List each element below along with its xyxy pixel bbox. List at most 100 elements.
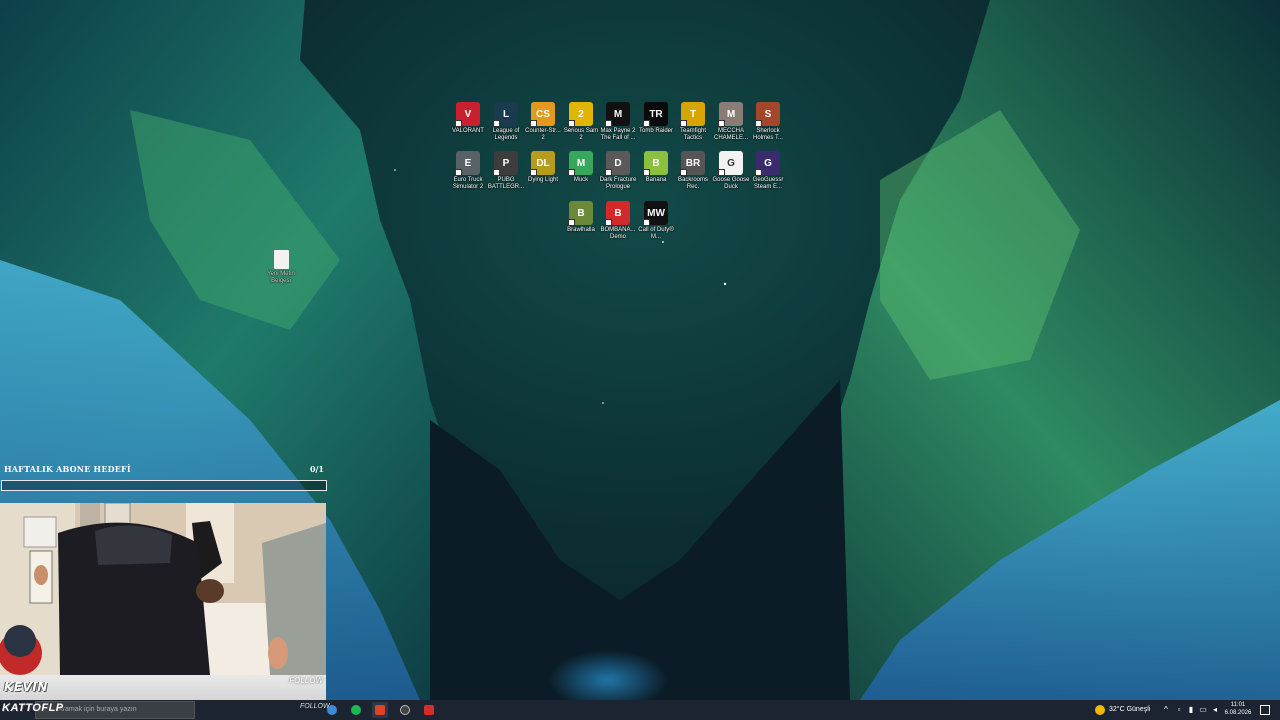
- overlay-name-label: KATTOFLP: [2, 702, 64, 714]
- desktop-icon[interactable]: 2 Serious Sam 2: [562, 102, 600, 142]
- app-icon: DL: [530, 151, 555, 176]
- app-icon: L: [493, 102, 518, 127]
- sun-icon[interactable]: [1095, 705, 1105, 715]
- desktop-icon-label: Dark Fracture Prologue: [599, 177, 637, 190]
- webcam-image: [0, 503, 326, 675]
- app-icon: V: [455, 102, 480, 127]
- app-icon: CS: [530, 102, 555, 127]
- desktop-icon[interactable]: M MECCHA CHAMELE...: [712, 102, 750, 142]
- desktop-icon[interactable]: G GeoGuessr Steam E...: [749, 151, 787, 191]
- desktop-icon[interactable]: BR Backrooms Rec.: [674, 151, 712, 191]
- shortcut-arrow-icon: [605, 120, 612, 127]
- desktop-icon[interactable]: G Goose Goose Duck: [712, 151, 750, 191]
- webcam-feed: [0, 503, 326, 675]
- streamer-name: KEVIN: [4, 680, 48, 694]
- spotify-icon: [351, 705, 361, 715]
- desktop-icon-label: MECCHA CHAMELE...: [713, 128, 748, 141]
- shortcut-arrow-icon: [643, 219, 650, 226]
- desktop-icon[interactable]: M Muck: [562, 151, 600, 184]
- clock-time: 11:01: [1230, 702, 1246, 708]
- desktop-icon-label: League of Legends: [492, 128, 520, 141]
- search-placeholder: Aramak için buraya yazın: [58, 706, 137, 713]
- desktop-icon-label: Dying Light: [527, 177, 559, 183]
- volume-icon[interactable]: ◂: [1210, 705, 1220, 715]
- desktop-icon-label: Sherlock Holmes T...: [753, 128, 783, 141]
- desktop-icon[interactable]: M Max Payne 2 The Fall of ...: [599, 102, 637, 142]
- taskbar-edge-button[interactable]: [324, 702, 340, 718]
- taskbar-clock[interactable]: 11:01 6.08.2026: [1222, 701, 1254, 717]
- desktop-icon-label: Tomb Raider: [638, 128, 673, 134]
- obs-icon: [400, 705, 410, 715]
- network-icon[interactable]: ▫: [1174, 705, 1184, 715]
- app-icon: TR: [643, 102, 668, 127]
- app-icon: B: [568, 201, 593, 226]
- shortcut-arrow-icon: [643, 169, 650, 176]
- app-icon: P: [493, 151, 518, 176]
- wifi-icon[interactable]: ▭: [1198, 705, 1208, 715]
- shortcut-arrow-icon: [755, 169, 762, 176]
- text-file-icon[interactable]: Yeni Metin Belgesi: [262, 250, 300, 285]
- desktop-icon-label: Euro Truck Simulator 2: [452, 177, 484, 190]
- app-icon: B: [643, 151, 668, 176]
- microphone-icon[interactable]: ▮: [1186, 705, 1196, 715]
- desktop-icon[interactable]: V VALORANT: [449, 102, 487, 135]
- desktop-icon[interactable]: D Dark Fracture Prologue: [599, 151, 637, 191]
- notification-icon[interactable]: [1260, 705, 1270, 715]
- desktop-icon-label: PUBG BATTLEGR...: [487, 177, 525, 190]
- shortcut-arrow-icon: [605, 169, 612, 176]
- desktop-icon-label: GeoGuessr Steam E...: [752, 177, 784, 190]
- shortcut-arrow-icon: [643, 120, 650, 127]
- shortcut-arrow-icon: [568, 120, 575, 127]
- desktop-icon-label: BOMBANA... Demo: [600, 227, 636, 240]
- taskbar-record-button[interactable]: [421, 702, 437, 718]
- chevron-up-icon[interactable]: ^: [1161, 705, 1171, 715]
- desktop-icon-label: Brawlhalla: [567, 227, 595, 233]
- shortcut-arrow-icon: [455, 120, 462, 127]
- brave-icon: [375, 705, 385, 715]
- desktop-icon[interactable]: B Banana: [637, 151, 675, 184]
- taskbar: Aramak için buraya yazın KATTOFLP FOLLOW…: [0, 700, 1280, 720]
- app-icon: G: [718, 151, 743, 176]
- taskbar-obs-button[interactable]: [397, 702, 413, 718]
- desktop-icon-label: Call of Duty® M...: [638, 227, 674, 240]
- desktop-icon-label: Counter-Str... 2: [525, 128, 561, 141]
- desktop-icon-label: VALORANT: [452, 128, 484, 134]
- desktop-icon[interactable]: L League of Legends: [487, 102, 525, 142]
- desktop-icon[interactable]: TR Tomb Raider: [637, 102, 675, 135]
- taskbar-brave-button[interactable]: [372, 702, 388, 718]
- subscriber-goal-overlay: HAFTALIK ABONE HEDEFİ 0/1: [0, 461, 328, 493]
- desktop-icon[interactable]: CS Counter-Str... 2: [524, 102, 562, 142]
- shortcut-arrow-icon: [493, 169, 500, 176]
- app-icon: 2: [568, 102, 593, 127]
- desktop-icon[interactable]: B BOMBANA... Demo: [599, 201, 637, 241]
- shortcut-arrow-icon: [568, 169, 575, 176]
- desktop-icon[interactable]: P PUBG BATTLEGR...: [487, 151, 525, 191]
- taskbar-spotify-button[interactable]: [348, 702, 364, 718]
- app-icon: D: [605, 151, 630, 176]
- shortcut-arrow-icon: [718, 120, 725, 127]
- desktop-icon[interactable]: B Brawlhalla: [562, 201, 600, 234]
- desktop-icon-label: Muck: [573, 177, 589, 183]
- shortcut-arrow-icon: [718, 169, 725, 176]
- app-icon: G: [755, 151, 780, 176]
- shortcut-arrow-icon: [530, 169, 537, 176]
- weather-text[interactable]: 32°C Güneşli: [1109, 706, 1150, 713]
- desktop-icon[interactable]: MW Call of Duty® M...: [637, 201, 675, 241]
- app-icon: MW: [643, 201, 668, 226]
- app-icon: M: [718, 102, 743, 127]
- desktop-icon[interactable]: E Euro Truck Simulator 2: [449, 151, 487, 191]
- shortcut-arrow-icon: [530, 120, 537, 127]
- desktop-icon[interactable]: DL Dying Light: [524, 151, 562, 184]
- shortcut-arrow-icon: [680, 120, 687, 127]
- app-icon: E: [455, 151, 480, 176]
- app-icon: B: [605, 201, 630, 226]
- webcam-name-bar: KEVIN FOLLOW: [0, 675, 326, 700]
- record-icon: [424, 705, 434, 715]
- follow-label: FOLLOW: [289, 676, 323, 685]
- desktop-icon-label: Goose Goose Duck: [712, 177, 750, 190]
- app-icon: BR: [680, 151, 705, 176]
- shortcut-arrow-icon: [568, 219, 575, 226]
- desktop-icon[interactable]: S Sherlock Holmes T...: [749, 102, 787, 142]
- desktop-icon[interactable]: T Teamfight Tactics: [674, 102, 712, 142]
- shortcut-arrow-icon: [605, 219, 612, 226]
